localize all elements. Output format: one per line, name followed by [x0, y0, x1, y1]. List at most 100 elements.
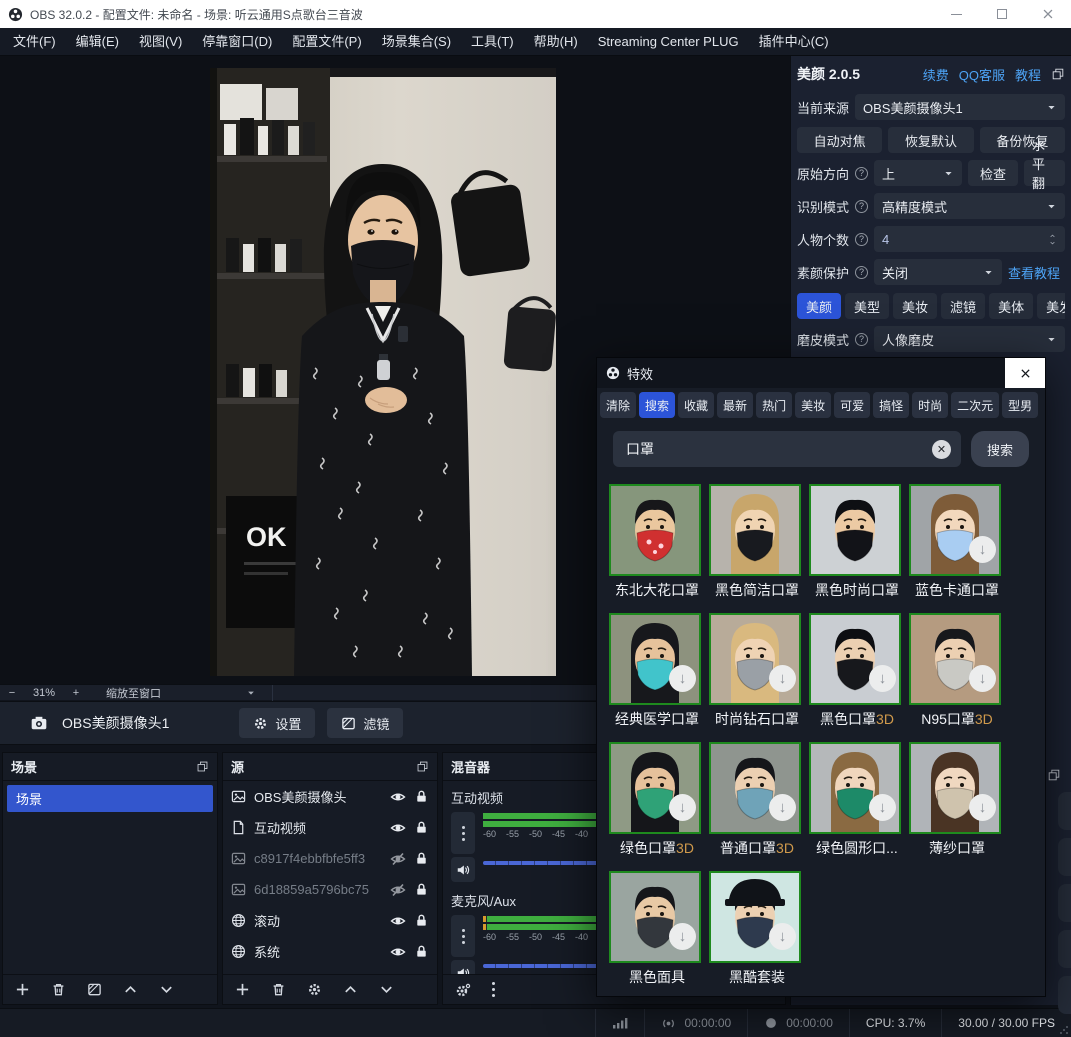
source-row[interactable]: 互动视频	[223, 812, 437, 843]
settings-button[interactable]: 设置	[239, 708, 315, 738]
effect-thumbnail[interactable]: ↓	[609, 613, 701, 705]
popup-close-button[interactable]	[1005, 358, 1045, 388]
source-row[interactable]: 6d18859a5796bc75	[223, 874, 437, 905]
mute-button[interactable]	[451, 857, 475, 882]
renew-link[interactable]: 续费	[923, 65, 949, 84]
eye-icon[interactable]	[390, 820, 406, 836]
autofocus-button[interactable]: 自动对焦	[797, 127, 882, 153]
lock-icon[interactable]	[414, 913, 429, 928]
effects-category-tab[interactable]: 时尚	[912, 392, 948, 418]
person-count-spinner[interactable]: 4	[874, 226, 1065, 252]
source-row[interactable]: 滚动	[223, 905, 437, 936]
effect-thumbnail[interactable]: ↓	[809, 613, 901, 705]
effect-thumbnail[interactable]: ↓	[709, 871, 801, 963]
effect-card[interactable]: ↓ 经典医学口罩	[609, 613, 709, 729]
move-scene-up-button[interactable]	[123, 982, 138, 997]
beauty-tab[interactable]: 美发	[1037, 293, 1065, 319]
effects-category-tab[interactable]: 搞怪	[873, 392, 909, 418]
menu-item[interactable]: 帮助(H)	[524, 28, 588, 55]
scene-filters-button[interactable]	[87, 982, 102, 997]
restore-defaults-button[interactable]: 恢复默认	[888, 127, 973, 153]
effects-category-tab[interactable]: 清除	[600, 392, 636, 418]
beauty-tab[interactable]: 美颜	[797, 293, 841, 319]
effect-thumbnail[interactable]: ↓	[609, 484, 701, 576]
popout-icon[interactable]	[416, 760, 429, 773]
effect-card[interactable]: ↓ 普通口罩3D	[709, 742, 809, 858]
popout-icon[interactable]	[196, 760, 209, 773]
orientation-dropdown[interactable]: 上	[874, 160, 962, 186]
zoom-out-button[interactable]: −	[0, 687, 24, 699]
source-row[interactable]: c8917f4ebbfbfe5ff3	[223, 843, 437, 874]
help-icon[interactable]: ?	[855, 266, 868, 279]
effects-category-tab[interactable]: 热门	[756, 392, 792, 418]
help-icon[interactable]: ?	[855, 200, 868, 213]
move-source-up-button[interactable]	[343, 982, 358, 997]
source-row[interactable]: 系统	[223, 936, 437, 967]
scene-item-selected[interactable]: 场景	[7, 785, 213, 812]
lock-icon[interactable]	[414, 882, 429, 897]
beauty-tab[interactable]: 滤镜	[941, 293, 985, 319]
search-button[interactable]: 搜索	[971, 431, 1029, 467]
effect-thumbnail[interactable]: ↓	[909, 613, 1001, 705]
menu-item[interactable]: 编辑(E)	[66, 28, 129, 55]
effects-category-tab[interactable]: 可爱	[834, 392, 870, 418]
beauty-tab[interactable]: 美妆	[893, 293, 937, 319]
move-source-down-button[interactable]	[379, 982, 394, 997]
effect-card[interactable]: ↓ 绿色圆形口...	[809, 742, 909, 858]
remove-scene-button[interactable]	[51, 982, 66, 997]
effect-card[interactable]: ↓ 黑色面具	[609, 871, 709, 987]
horizontal-flip-button[interactable]: 水平翻转	[1024, 160, 1065, 186]
menu-item[interactable]: 插件中心(C)	[749, 28, 839, 55]
eye-icon[interactable]	[390, 944, 406, 960]
effect-thumbnail[interactable]: ↓	[609, 742, 701, 834]
menu-item[interactable]: 视图(V)	[129, 28, 192, 55]
effects-category-tab[interactable]: 二次元	[951, 392, 999, 418]
minimize-button[interactable]	[933, 0, 979, 28]
menu-item[interactable]: 配置文件(P)	[282, 28, 371, 55]
effect-card[interactable]: ↓ 薄纱口罩	[909, 742, 1009, 858]
source-row[interactable]: OBS美颜摄像头	[223, 781, 437, 812]
resize-grip[interactable]	[1059, 1025, 1069, 1035]
effect-thumbnail[interactable]: ↓	[909, 484, 1001, 576]
effect-card[interactable]: ↓ 黑酷套装	[709, 871, 809, 987]
kebab-icon[interactable]	[492, 982, 495, 985]
current-source-dropdown[interactable]: OBS美颜摄像头1	[855, 94, 1065, 120]
maximize-button[interactable]	[979, 0, 1025, 28]
channel-menu-button[interactable]	[451, 915, 475, 957]
mute-button[interactable]	[451, 960, 475, 974]
lock-icon[interactable]	[414, 851, 429, 866]
lock-icon[interactable]	[414, 820, 429, 835]
eye-icon[interactable]	[390, 913, 406, 929]
menu-item[interactable]: 停靠窗口(D)	[192, 28, 282, 55]
eye-off-icon[interactable]	[390, 851, 406, 867]
effect-card[interactable]: ↓ 黑色时尚口罩	[809, 484, 909, 600]
close-button[interactable]	[1025, 0, 1071, 28]
effect-thumbnail[interactable]: ↓	[609, 871, 701, 963]
add-source-button[interactable]	[235, 982, 250, 997]
spin-down-icon[interactable]	[1048, 240, 1057, 246]
effects-category-tab[interactable]: 最新	[717, 392, 753, 418]
move-scene-down-button[interactable]	[159, 982, 174, 997]
menu-item[interactable]: 文件(F)	[3, 28, 66, 55]
effect-thumbnail[interactable]: ↓	[809, 484, 901, 576]
add-scene-button[interactable]	[15, 982, 30, 997]
lock-icon[interactable]	[414, 944, 429, 959]
effect-thumbnail[interactable]: ↓	[709, 742, 801, 834]
zoom-fit-dropdown[interactable]: 缩放至窗口	[106, 685, 266, 701]
effects-category-tab[interactable]: 美妆	[795, 392, 831, 418]
lock-icon[interactable]	[414, 789, 429, 804]
zoom-in-button[interactable]: +	[64, 687, 88, 699]
eye-icon[interactable]	[390, 789, 406, 805]
effect-card[interactable]: ↓ 蓝色卡通口罩	[909, 484, 1009, 600]
effect-card[interactable]: ↓ N95口罩3D	[909, 613, 1009, 729]
bare-face-protect-dropdown[interactable]: 关闭	[874, 259, 1002, 285]
effects-category-tab[interactable]: 型男	[1002, 392, 1038, 418]
channel-menu-button[interactable]	[451, 812, 475, 854]
effect-card[interactable]: ↓ 时尚钻石口罩	[709, 613, 809, 729]
effect-thumbnail[interactable]: ↓	[809, 742, 901, 834]
effect-card[interactable]: ↓ 黑色简洁口罩	[709, 484, 809, 600]
menu-item[interactable]: 场景集合(S)	[372, 28, 461, 55]
search-input[interactable]: 口罩 ✕	[613, 431, 961, 467]
effects-category-tab[interactable]: 搜索	[639, 392, 675, 418]
effect-thumbnail[interactable]: ↓	[709, 484, 801, 576]
